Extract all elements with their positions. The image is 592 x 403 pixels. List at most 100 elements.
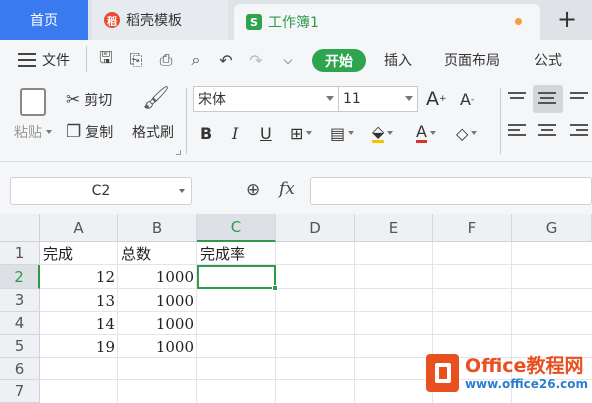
font-size-value: 11	[343, 91, 361, 107]
undo-icon[interactable]: ↶	[216, 50, 236, 70]
row-header-3[interactable]: 3	[0, 289, 40, 312]
copy-icon: ❐	[66, 122, 82, 142]
underline-button[interactable]: U	[260, 122, 272, 144]
row-header-7[interactable]: 7	[0, 380, 40, 403]
bold-button[interactable]: B	[200, 122, 212, 144]
tab-home[interactable]: 首页	[0, 0, 88, 40]
font-size-select[interactable]: 11	[338, 86, 418, 112]
column-header-d[interactable]: D	[276, 214, 355, 242]
row-header-4[interactable]: 4	[0, 312, 40, 335]
spreadsheet-icon: S	[246, 14, 262, 30]
cell-b2[interactable]: 1000	[118, 265, 197, 289]
clear-button[interactable]: ◇	[456, 122, 478, 144]
column-header-a[interactable]: A	[40, 214, 118, 242]
tab-workbook[interactable]: S 工作簿1	[234, 4, 540, 40]
copy-label: 复制	[85, 125, 114, 141]
align-middle-icon[interactable]	[538, 92, 558, 108]
menu-file[interactable]: 文件	[42, 40, 70, 80]
scissors-icon: ✂	[66, 90, 81, 110]
align-center-icon[interactable]	[538, 124, 558, 140]
export-icon[interactable]: ⎘	[126, 50, 146, 70]
fill-handle[interactable]	[272, 285, 278, 291]
cell-b3[interactable]: 1000	[118, 289, 197, 312]
column-header-c[interactable]: C	[197, 214, 276, 242]
menu-icon[interactable]	[18, 53, 36, 67]
font-name-value: 宋体	[198, 92, 226, 108]
cell-a3[interactable]: 13	[40, 289, 118, 312]
print-icon[interactable]: ⎙	[156, 50, 176, 70]
zoom-icon[interactable]: ⊕	[246, 180, 260, 200]
print-preview-icon[interactable]: ⌕	[186, 50, 206, 70]
column-header-f[interactable]: F	[433, 214, 512, 242]
select-all-corner[interactable]	[0, 214, 40, 242]
name-box[interactable]: C2	[10, 177, 192, 205]
cell-a4[interactable]: 14	[40, 312, 118, 335]
divider	[86, 46, 87, 72]
format-painter-button[interactable]: 格式刷	[132, 122, 174, 142]
cell-b1[interactable]: 总数	[118, 242, 197, 265]
cell-a1[interactable]: 完成	[40, 242, 118, 265]
align-bottom-icon[interactable]	[570, 92, 590, 108]
row-header-1[interactable]: 1	[0, 242, 40, 265]
redo-icon[interactable]: ↷	[246, 50, 266, 70]
row-header-2[interactable]: 2	[0, 265, 40, 289]
watermark-url: www.office26.com	[464, 377, 588, 391]
tab-start[interactable]: 开始	[312, 49, 366, 72]
paste-icon[interactable]	[20, 88, 46, 116]
paste-label: 粘贴	[14, 125, 42, 141]
watermark: Office教程网 www.office26.com	[426, 348, 588, 398]
new-tab-button[interactable]: +	[552, 4, 582, 34]
row-header-6[interactable]: 6	[0, 358, 40, 380]
align-top-icon[interactable]	[508, 92, 528, 108]
tab-page-layout[interactable]: 页面布局	[444, 40, 500, 80]
row-header-5[interactable]: 5	[0, 335, 40, 358]
cell-a2[interactable]: 12	[40, 265, 118, 289]
tab-formula[interactable]: 公式	[534, 40, 562, 80]
cell-b5[interactable]: 1000	[118, 335, 197, 358]
unsaved-dot-icon	[515, 18, 522, 25]
tab-bar: 首页 稻 稻壳模板 S 工作簿1 +	[0, 0, 592, 40]
fill-color-button[interactable]: ⬙	[372, 121, 394, 144]
fx-icon[interactable]: fx	[279, 179, 295, 199]
column-header-e[interactable]: E	[355, 214, 433, 242]
cell-style-button[interactable]: ▤	[330, 122, 355, 144]
align-left-icon[interactable]	[508, 124, 528, 140]
align-right-icon[interactable]	[570, 124, 590, 140]
format-painter-icon[interactable]: 🖌	[142, 86, 170, 111]
copy-button[interactable]: ❐ 复制	[66, 122, 113, 142]
cell-style-icon: ▤	[330, 123, 346, 143]
tab-template[interactable]: 稻 稻壳模板	[92, 0, 228, 40]
active-cell-c2[interactable]	[197, 265, 276, 289]
shrink-font-button[interactable]: A-	[460, 90, 474, 109]
column-header-b[interactable]: B	[118, 214, 197, 242]
formula-input[interactable]	[310, 177, 592, 205]
borders-button[interactable]: ⊞	[290, 122, 313, 144]
font-color-button[interactable]: A	[416, 122, 436, 144]
shrink-font-icon: A	[460, 90, 471, 109]
daoke-logo-icon: 稻	[104, 12, 120, 28]
paint-bucket-icon: ⬙	[372, 121, 385, 143]
cut-button[interactable]: ✂ 剪切	[66, 90, 112, 110]
watermark-brand: Office教程网	[464, 355, 584, 377]
cell-c1[interactable]: 完成率	[197, 242, 276, 265]
tab-insert[interactable]: 插入	[384, 40, 412, 80]
save-icon[interactable]: 🖫	[96, 48, 116, 70]
italic-button[interactable]: I	[232, 122, 238, 144]
eraser-icon: ◇	[456, 123, 469, 143]
cut-label: 剪切	[84, 93, 113, 109]
grow-font-button[interactable]: A +	[426, 88, 447, 110]
office-logo-icon	[426, 354, 459, 392]
clipboard-launcher-icon[interactable]	[176, 150, 181, 155]
tab-template-label: 稻壳模板	[126, 13, 182, 29]
cell-b4[interactable]: 1000	[118, 312, 197, 335]
tab-home-label: 首页	[30, 13, 58, 29]
cell-a5[interactable]: 19	[40, 335, 118, 358]
tab-workbook-label: 工作簿1	[268, 15, 319, 31]
column-header-g[interactable]: G	[512, 214, 592, 242]
font-color-icon: A	[416, 121, 427, 143]
font-name-select[interactable]: 宋体	[193, 86, 339, 112]
divider	[186, 88, 187, 154]
borders-icon: ⊞	[290, 123, 304, 143]
quick-access-more-icon[interactable]: ⌵	[278, 50, 298, 70]
paste-button[interactable]: 粘贴	[14, 122, 52, 142]
